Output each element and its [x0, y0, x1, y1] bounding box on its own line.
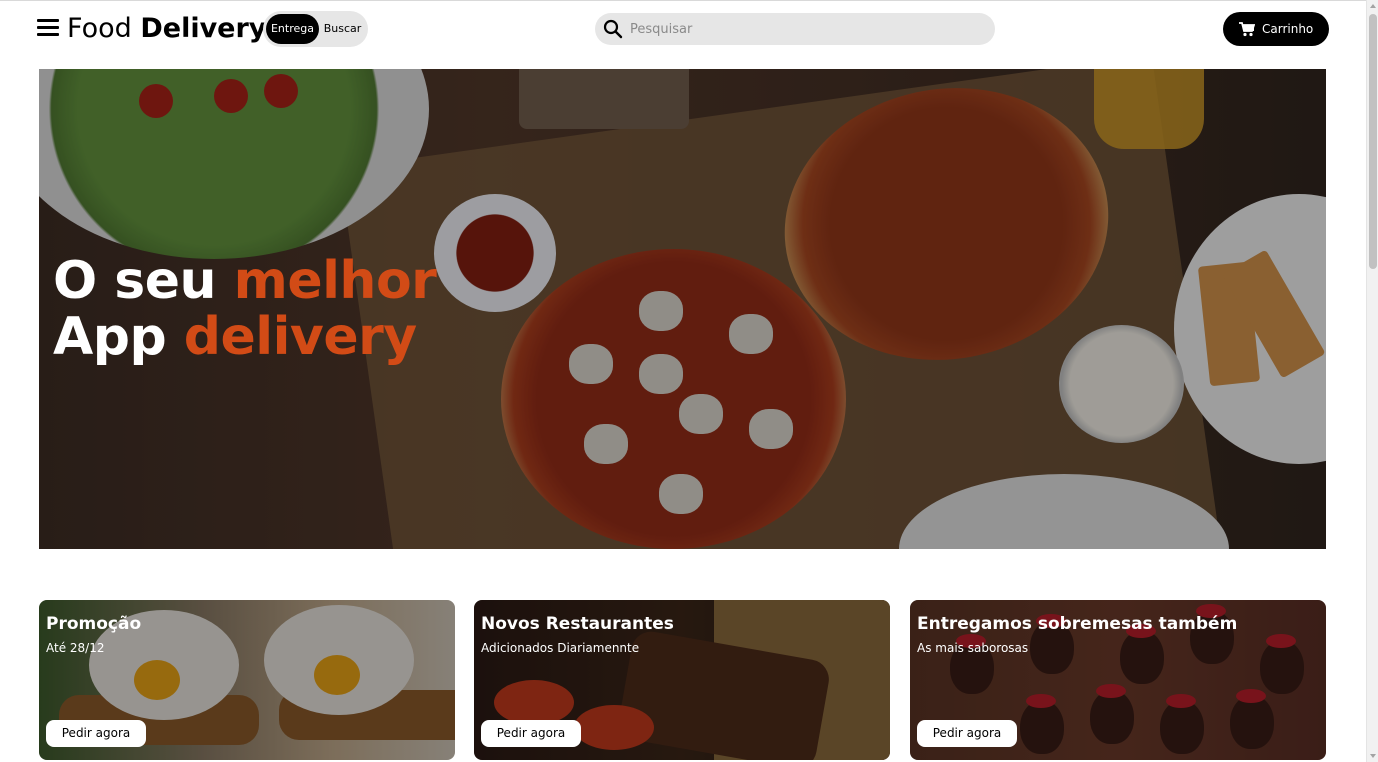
hero-line1-white: O seu [53, 251, 234, 311]
cart-button[interactable]: Carrinho [1223, 12, 1329, 46]
card-title: Entregamos sobremesas também [917, 614, 1238, 634]
toggle-option-buscar[interactable]: Buscar [319, 14, 366, 44]
brand-logo[interactable]: Food Delivery [67, 12, 266, 46]
search-icon [603, 19, 623, 39]
order-now-button[interactable]: Pedir agora [481, 720, 581, 747]
promo-card-novos-restaurantes[interactable]: Novos Restaurantes Adicionados Diariamen… [474, 600, 890, 760]
cart-label: Carrinho [1262, 22, 1314, 36]
promo-card-sobremesas[interactable]: Entregamos sobremesas também As mais sab… [910, 600, 1326, 760]
app-header: Food Delivery Entrega Buscar Carrinho [0, 1, 1366, 57]
hero-headline: O seu melhor App delivery [53, 251, 437, 367]
hero-banner: O seu melhor App delivery [39, 69, 1326, 549]
card-title: Promoção [46, 614, 142, 634]
toggle-option-entrega[interactable]: Entrega [266, 14, 319, 44]
scroll-down-icon[interactable] [1370, 754, 1376, 758]
card-subtitle: Adicionados Diariamennte [481, 641, 640, 655]
hero-line2-white: App [53, 307, 184, 367]
search-input[interactable] [630, 13, 985, 45]
card-subtitle: Até 28/12 [46, 641, 105, 655]
brand-regular: Food [67, 13, 132, 44]
card-title: Novos Restaurantes [481, 614, 674, 634]
brand-bold: Delivery [140, 13, 267, 44]
order-now-button[interactable]: Pedir agora [917, 720, 1017, 747]
hero-line1-accent: melhor [233, 251, 437, 311]
order-now-button[interactable]: Pedir agora [46, 720, 146, 747]
vertical-scrollbar[interactable] [1366, 0, 1378, 762]
hamburger-menu-icon[interactable] [37, 19, 59, 37]
search-bar [595, 13, 995, 45]
hero-line2-accent: delivery [183, 307, 417, 367]
scroll-up-icon[interactable] [1370, 4, 1376, 8]
shopping-cart-icon [1239, 22, 1255, 37]
delivery-mode-toggle: Entrega Buscar [263, 11, 368, 47]
promo-card-promocao[interactable]: Promoção Até 28/12 Pedir agora [39, 600, 455, 760]
card-subtitle: As mais saborosas [917, 641, 1029, 655]
scrollbar-thumb[interactable] [1369, 14, 1377, 269]
